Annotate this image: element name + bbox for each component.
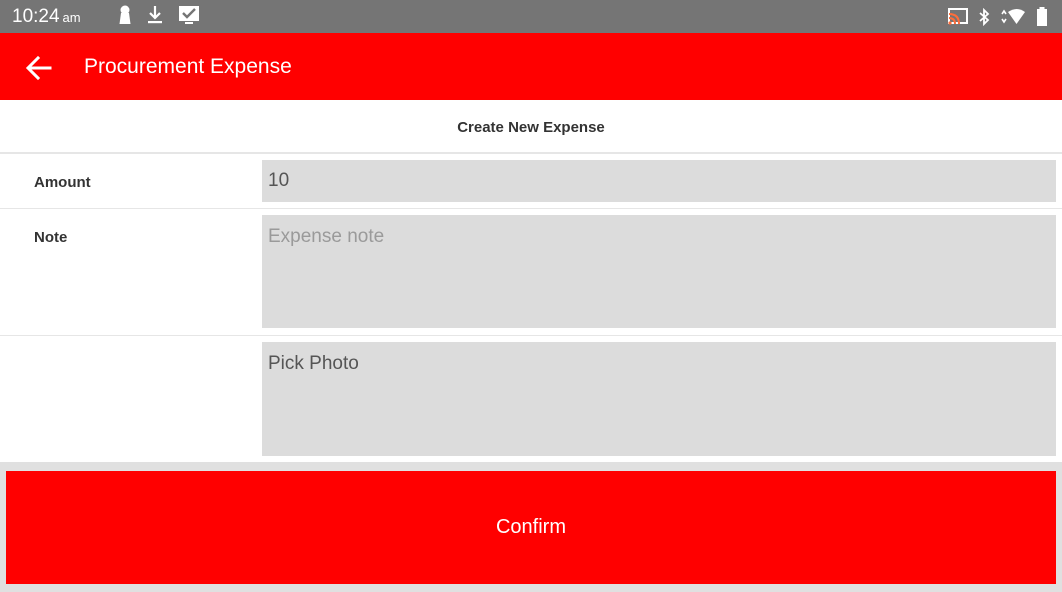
amount-input[interactable] xyxy=(262,160,1056,202)
back-button[interactable] xyxy=(24,53,54,83)
divider xyxy=(0,208,1062,209)
pick-photo-button[interactable]: Pick Photo xyxy=(262,342,1056,456)
form-header: Create New Expense xyxy=(457,119,605,136)
wifi-icon xyxy=(1001,9,1025,24)
divider xyxy=(0,335,1062,336)
arrow-left-icon xyxy=(25,55,52,81)
app-bar: Procurement Expense xyxy=(0,33,1062,100)
status-right-icons xyxy=(948,7,1048,27)
status-left-icons xyxy=(118,5,200,25)
note-placeholder: Expense note xyxy=(268,226,385,247)
note-field[interactable]: Expense note xyxy=(262,215,1056,328)
keyhole-icon xyxy=(119,5,131,24)
status-time-ampm: am xyxy=(62,10,81,25)
bluetooth-icon xyxy=(979,8,990,26)
cast-icon xyxy=(948,8,968,25)
download-icon xyxy=(148,6,162,24)
status-bar: 10:24 am xyxy=(0,0,1062,33)
divider xyxy=(0,152,1062,154)
amount-label: Amount xyxy=(34,174,91,191)
status-time: 10:24 am xyxy=(12,6,81,28)
status-time-value: 10:24 xyxy=(12,6,60,27)
battery-icon xyxy=(1037,7,1047,26)
checked-box-icon xyxy=(179,6,199,24)
pick-photo-label: Pick Photo xyxy=(268,353,359,374)
note-label: Note xyxy=(34,229,68,246)
page-title: Procurement Expense xyxy=(84,55,292,78)
confirm-button[interactable]: Confirm xyxy=(6,471,1056,584)
